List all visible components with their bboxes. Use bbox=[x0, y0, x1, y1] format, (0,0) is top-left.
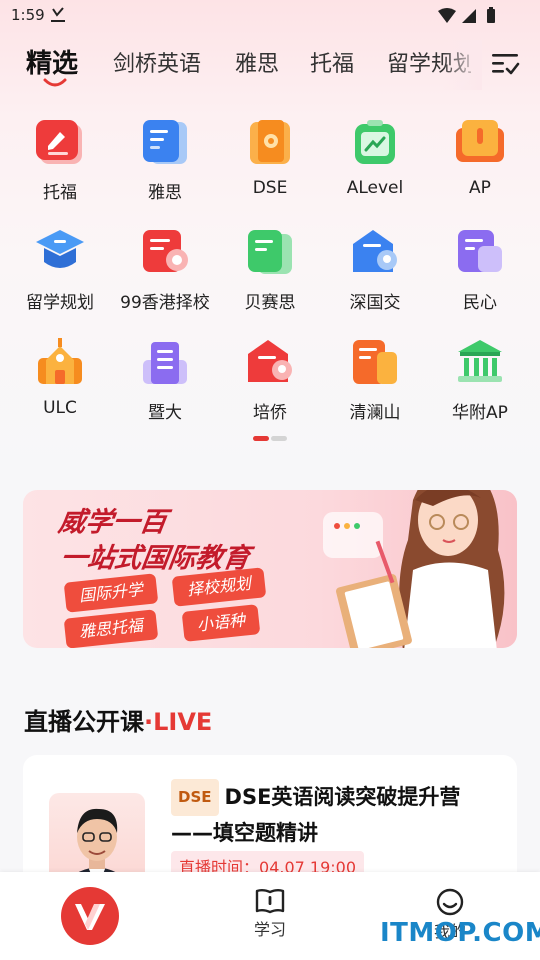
grid-item-label: 清澜山 bbox=[349, 403, 401, 423]
grid-item-alevel[interactable]: ALevel bbox=[320, 116, 430, 198]
active-tab-indicator bbox=[43, 78, 67, 87]
home-logo-icon[interactable] bbox=[60, 886, 120, 946]
live-title-text: 直播公开课 bbox=[24, 708, 144, 736]
grid-item-qinglanshan[interactable]: 清澜山 bbox=[320, 336, 430, 423]
smile-profile-icon bbox=[436, 888, 464, 916]
grid-item-basis[interactable]: 贝赛思 bbox=[215, 226, 325, 313]
banner-title-line2: 一站式国际教育 bbox=[58, 543, 252, 574]
live-separator: · bbox=[144, 708, 154, 736]
banner-pill: 雅思托福 bbox=[63, 609, 159, 648]
grid-item-peiqiao[interactable]: 培侨 bbox=[215, 336, 325, 423]
grid-item-label: DSE bbox=[252, 178, 288, 198]
grid-item-label: 贝赛思 bbox=[244, 293, 296, 313]
grid-item-toefl[interactable]: 托福 bbox=[5, 116, 115, 203]
minxin-icon bbox=[458, 230, 502, 272]
ap-icon bbox=[456, 120, 504, 162]
book-icon bbox=[255, 889, 285, 914]
grid-item-huafu-ap[interactable]: 华附AP bbox=[425, 336, 535, 423]
course-tag: DSE bbox=[171, 779, 219, 816]
jinan-univ-icon bbox=[143, 342, 187, 384]
basis-icon bbox=[248, 230, 292, 274]
category-tabs: 精选 剑桥英语 雅思 托福 留学规划 bbox=[0, 40, 540, 90]
banner-illustration bbox=[323, 490, 505, 648]
course-title: DSE DSE英语阅读突破提升营 ——填空题精讲 bbox=[171, 779, 501, 851]
grid-item-minxin[interactable]: 民心 bbox=[425, 226, 535, 313]
tab-featured[interactable]: 精选 bbox=[26, 43, 78, 80]
dse-icon bbox=[250, 120, 290, 164]
status-time: 1:59 bbox=[11, 6, 45, 24]
site-watermark: ITMOP.COM bbox=[380, 918, 540, 948]
grid-page-indicator bbox=[253, 436, 287, 441]
study-abroad-icon bbox=[36, 230, 84, 268]
grid-item-label: ALevel bbox=[346, 178, 404, 198]
tab-ielts[interactable]: 雅思 bbox=[235, 46, 279, 78]
shenguojiao-icon bbox=[353, 230, 397, 272]
tab-cambridge-english[interactable]: 剑桥英语 bbox=[113, 46, 201, 78]
menu-list-icon[interactable] bbox=[490, 50, 520, 78]
page-dot bbox=[271, 436, 287, 441]
huafu-ap-icon bbox=[458, 340, 502, 382]
grid-item-label: 99香港择校 bbox=[120, 293, 210, 313]
live-label: LIVE bbox=[153, 708, 213, 736]
hk-school-icon bbox=[143, 230, 188, 272]
grid-item-jinan-univ[interactable]: 暨大 bbox=[110, 336, 220, 423]
grid-item-label: 暨大 bbox=[148, 403, 182, 423]
grid-item-dse[interactable]: DSE bbox=[215, 116, 325, 198]
grid-item-label: 雅思 bbox=[148, 183, 182, 203]
download-complete-icon bbox=[51, 7, 65, 22]
grid-item-label: ULC bbox=[43, 398, 77, 418]
qinglanshan-icon bbox=[353, 340, 397, 384]
grid-item-ap[interactable]: AP bbox=[425, 116, 535, 198]
grid-item-label: 华附AP bbox=[452, 403, 508, 423]
live-section-title: 直播公开课·LIVE bbox=[24, 702, 212, 737]
banner-pill: 国际升学 bbox=[63, 573, 159, 613]
ulc-icon bbox=[38, 338, 82, 384]
alevel-icon bbox=[355, 120, 395, 164]
page-dot-active bbox=[253, 436, 269, 441]
nav-study-label: 学习 bbox=[253, 920, 286, 939]
nav-study[interactable]: 学习 bbox=[240, 888, 300, 940]
grid-item-label: 深国交 bbox=[349, 293, 401, 313]
status-bar: 1:59 bbox=[0, 0, 540, 32]
grid-item-label: 留学规划 bbox=[26, 293, 94, 313]
toefl-icon bbox=[36, 120, 82, 164]
grid-item-study-abroad[interactable]: 留学规划 bbox=[5, 226, 115, 313]
grid-item-shenguojiao[interactable]: 深国交 bbox=[320, 226, 430, 313]
grid-item-ulc[interactable]: ULC bbox=[5, 336, 115, 418]
ielts-icon bbox=[143, 120, 187, 164]
grid-item-ielts[interactable]: 雅思 bbox=[110, 116, 220, 203]
tabs-fade bbox=[442, 40, 482, 90]
tab-toefl[interactable]: 托福 bbox=[310, 46, 354, 78]
promo-banner[interactable]: 威学一百 一站式国际教育 国际升学 择校规划 雅思托福 小语种 bbox=[23, 490, 517, 648]
banner-pill: 小语种 bbox=[181, 604, 261, 642]
grid-item-hk-school[interactable]: 99香港择校 bbox=[110, 226, 220, 313]
system-indicators-icon bbox=[438, 7, 495, 23]
grid-item-label: 民心 bbox=[463, 293, 497, 313]
grid-item-label: AP bbox=[469, 178, 491, 198]
grid-item-label: 培侨 bbox=[253, 403, 287, 423]
banner-title-line1: 威学一百 bbox=[56, 507, 169, 538]
peiqiao-icon bbox=[248, 340, 292, 382]
grid-item-label: 托福 bbox=[43, 183, 77, 203]
